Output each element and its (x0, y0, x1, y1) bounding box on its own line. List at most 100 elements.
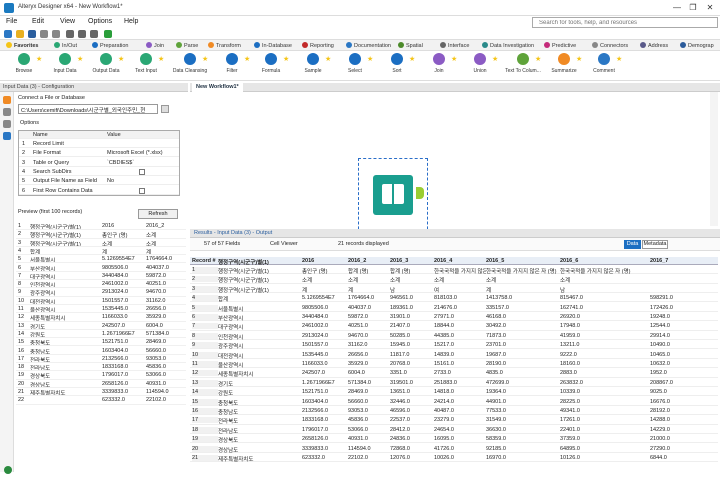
table-row[interactable]: 2 행정구역(시군구)별(1) 소계 소계 소계 소계 소계 소계 (190, 275, 718, 284)
column-header[interactable]: 2016_5 (486, 258, 560, 264)
undo-icon[interactable] (40, 30, 48, 38)
category-tab[interactable]: In/Out (54, 42, 77, 51)
configuration-icon[interactable] (3, 96, 11, 104)
table-row[interactable]: 15 충청북도 1603404.0 56660.0 32446.0 24214.0 4490… (190, 398, 718, 407)
table-row[interactable]: 16 충청남도 2132566.0 93053.0 46596.0 40487.0 7753… (190, 407, 718, 416)
run-icon[interactable] (104, 30, 112, 38)
favorite-star-icon[interactable]: ★ (283, 55, 289, 63)
column-header[interactable]: 2016_6 (560, 258, 650, 264)
fields-selector[interactable]: 57 of 57 Fields (204, 241, 240, 247)
data-button[interactable]: Data (624, 240, 641, 249)
option-row[interactable]: 6 First Row Contains Data (19, 187, 179, 195)
menu-file[interactable]: File (6, 18, 17, 25)
workflow-canvas[interactable] (190, 92, 718, 244)
help-icon[interactable] (3, 132, 11, 140)
menu-view[interactable]: View (60, 18, 75, 25)
category-tab[interactable]: Reporting (302, 42, 334, 51)
column-header[interactable]: 행정구역(시군구)별(1) (218, 258, 302, 266)
favorite-star-icon[interactable]: ★ (244, 55, 250, 63)
fit-icon[interactable] (90, 30, 98, 38)
category-tab[interactable]: Parse (176, 42, 198, 51)
dropdown-icon[interactable] (161, 105, 169, 113)
table-row[interactable]: 21 제주특별자치도 623332.0 22102.0 12076.0 10026.0 16… (190, 454, 718, 463)
file-path-field[interactable]: C:\Users\cemifi\Downloads\시군구별_외국인주민_현 (18, 104, 158, 114)
option-checkbox[interactable] (139, 168, 145, 175)
table-row[interactable]: 19 경상북도 2658126.0 40931.0 24836.0 16095.0 5835… (190, 435, 718, 444)
option-row[interactable]: 1 Record Limit (19, 140, 179, 148)
category-tab[interactable]: Address (640, 42, 668, 51)
annotation-icon[interactable] (3, 108, 11, 116)
category-tab[interactable]: Data Investigation (482, 42, 534, 51)
new-icon[interactable] (4, 30, 12, 38)
favorite-star-icon[interactable]: ★ (367, 55, 373, 63)
column-header[interactable]: 2016 (302, 258, 348, 264)
category-tab[interactable]: Join (146, 42, 164, 51)
input-data-book-icon[interactable] (373, 175, 413, 215)
option-value[interactable]: Microsoft Excel (*.xlsx) (107, 150, 163, 156)
table-row[interactable]: 13 경기도 1.2671966E7 571384.0 319501.0 251883.0… (190, 379, 718, 388)
table-row[interactable]: 18 전라남도 1796017.0 53066.0 28412.0 24654.0 3663… (190, 426, 718, 435)
output-anchor[interactable] (416, 187, 424, 199)
redo-icon[interactable] (52, 30, 60, 38)
column-header[interactable]: 2016_7 (650, 258, 716, 264)
close-button[interactable]: ✕ (703, 2, 717, 14)
favorite-star-icon[interactable]: ★ (576, 55, 582, 63)
column-header[interactable]: Record # (192, 258, 218, 264)
option-value[interactable]: `CBDIES$` (107, 160, 134, 166)
category-tab[interactable]: Demograp (680, 42, 714, 51)
menu-options[interactable]: Options (88, 18, 112, 25)
search-input[interactable] (533, 18, 717, 27)
maximize-button[interactable]: ❐ (686, 2, 700, 14)
table-row[interactable]: 9 광주광역시 1501557.0 31162.0 15945.0 15217.0 2370… (190, 341, 718, 350)
favorite-star-icon[interactable]: ★ (202, 55, 208, 63)
zoom-in-icon[interactable] (66, 30, 74, 38)
option-checkbox[interactable] (139, 187, 145, 194)
table-row[interactable]: 11 울산광역시 1166033.0 35929.0 20768.0 15161.0 281… (190, 360, 718, 369)
favorite-star-icon[interactable]: ★ (451, 55, 457, 63)
table-row[interactable]: 17 전라북도 1833168.0 45836.0 22537.0 23279.0 3154… (190, 416, 718, 425)
column-header[interactable]: 2016_2 (348, 258, 390, 264)
favorite-star-icon[interactable]: ★ (36, 55, 42, 63)
save-icon[interactable] (28, 30, 36, 38)
table-row[interactable]: 7 대구광역시 2461002.0 40251.0 21407.0 18844.0 3049… (190, 322, 718, 331)
table-row[interactable]: 8 인천광역시 2913024.0 94670.0 50285.0 44385.0 7187… (190, 332, 718, 341)
menu-edit[interactable]: Edit (32, 18, 44, 25)
category-tab[interactable]: Interface (440, 42, 469, 51)
table-row[interactable]: 14 강원도 1521751.0 28469.0 13651.0 14818.0 19364… (190, 388, 718, 397)
table-row[interactable]: 6 부산광역시 3440484.0 59872.0 31901.0 27971.0 4616… (190, 313, 718, 322)
option-row[interactable]: 5 Output File Name as Field No (19, 177, 179, 186)
category-tab[interactable]: Predictive (544, 42, 576, 51)
tab-new-workflow[interactable]: New Workflow1* (192, 83, 243, 92)
zoom-out-icon[interactable] (78, 30, 86, 38)
category-tab[interactable]: Transform (208, 42, 241, 51)
refresh-button[interactable]: Refresh (138, 209, 178, 219)
category-tab[interactable]: Preparation (92, 42, 128, 51)
table-row[interactable]: 3 행정구역(시군구)별(1) 계 계 남 여 계 남 (190, 285, 718, 294)
favorite-star-icon[interactable]: ★ (616, 55, 622, 63)
table-row[interactable]: 20 경상남도 3339833.0 114594.0 72868.0 41726.0 921… (190, 445, 718, 454)
category-tab[interactable]: Documentation (346, 42, 391, 51)
category-tab[interactable]: In-Database (254, 42, 292, 51)
favorite-star-icon[interactable]: ★ (325, 55, 331, 63)
table-row[interactable]: 5 서울특별시 9805506.0 404037.0 189361.0 214676.0 3… (190, 304, 718, 313)
column-header[interactable]: 2016_4 (434, 258, 486, 264)
favorite-star-icon[interactable]: ★ (535, 55, 541, 63)
column-header[interactable]: 2016_3 (390, 258, 434, 264)
category-tab[interactable]: Spatial (398, 42, 423, 51)
table-row[interactable]: 10 대전광역시 1535445.0 26656.0 11817.0 14839.0 196… (190, 351, 718, 360)
cell-viewer-button[interactable]: Cell Viewer (270, 241, 298, 247)
favorite-star-icon[interactable]: ★ (158, 55, 164, 63)
favorite-star-icon[interactable]: ★ (409, 55, 415, 63)
option-value[interactable]: No (107, 178, 114, 184)
open-icon[interactable] (16, 30, 24, 38)
canvas-scrollbar[interactable] (710, 92, 718, 226)
option-row[interactable]: 4 Search SubDirs (19, 168, 179, 176)
tag-icon[interactable] (3, 120, 11, 128)
option-row[interactable]: 3 Table or Query `CBDIES$` (19, 159, 179, 167)
metadata-button[interactable]: Metadata (642, 240, 668, 249)
table-row[interactable]: 1 행정구역(시군구)별(1) 총인구 (명) 합계 (명) 합계 (명) 한국국적을 가… (190, 266, 718, 275)
menu-help[interactable]: Help (124, 18, 138, 25)
favorite-star-icon[interactable]: ★ (118, 55, 124, 63)
category-tab[interactable]: Favorites (6, 42, 38, 51)
category-tab[interactable]: Connectors (592, 42, 628, 51)
